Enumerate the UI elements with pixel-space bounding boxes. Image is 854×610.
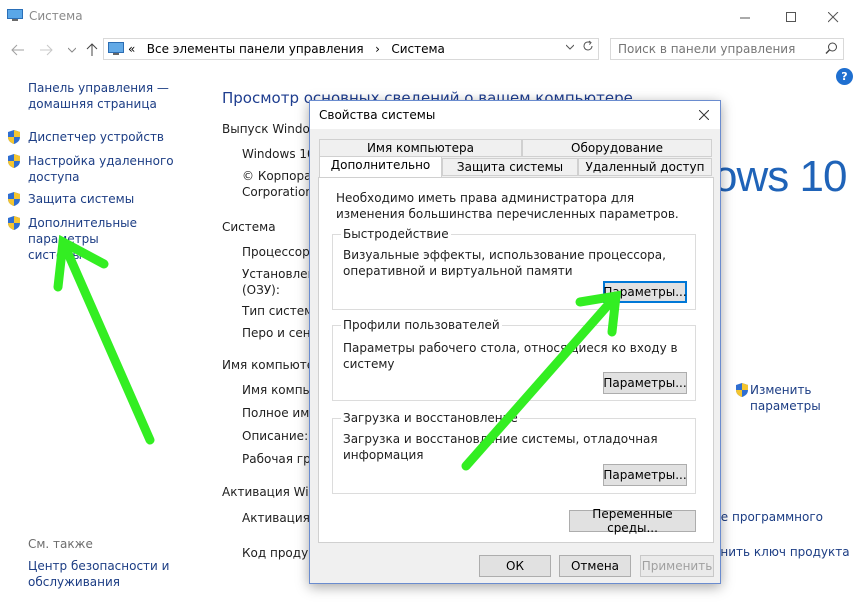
sidebar-home-link[interactable]: Панель управления — домашняя страница xyxy=(28,80,198,112)
sidebar-link-security-center[interactable]: Центр безопасности и обслуживания xyxy=(28,558,188,590)
edition-name: Windows 10 xyxy=(242,147,315,161)
refresh-icon xyxy=(583,40,593,51)
sidebar-item-remote-settings[interactable]: Настройка удаленного доступа xyxy=(28,153,198,185)
close-icon xyxy=(827,11,838,22)
advanced-tab-panel: Необходимо иметь права администратора дл… xyxy=(318,177,714,543)
search-input[interactable] xyxy=(618,42,818,56)
forward-button[interactable] xyxy=(36,40,56,60)
performance-label: Быстродействие xyxy=(341,227,451,241)
shield-icon xyxy=(736,383,748,397)
minimize-icon xyxy=(739,17,750,18)
description-label: Описание: xyxy=(242,429,309,443)
shield-icon xyxy=(8,154,20,168)
sidebar-item-advanced-settings[interactable]: Дополнительные параметры системы xyxy=(28,215,198,263)
startup-recovery-label: Загрузка и восстановление xyxy=(341,411,520,425)
breadcrumb-separator: › xyxy=(375,42,380,56)
maximize-icon xyxy=(785,11,796,22)
window-titlebar: Система xyxy=(0,0,854,34)
minimize-button[interactable] xyxy=(722,4,768,30)
breadcrumb-all-items[interactable]: Все элементы панели управления xyxy=(147,42,364,56)
tab-computer-name[interactable]: Имя компьютера xyxy=(319,139,522,157)
startup-recovery-group: Загрузка и восстановление Загрузка и вос… xyxy=(332,411,696,494)
close-button[interactable] xyxy=(810,4,854,30)
performance-group: Быстродействие Визуальные эффекты, испол… xyxy=(332,227,696,310)
chevron-down-icon xyxy=(68,47,76,53)
section-computer-header: Имя компьютер xyxy=(222,358,322,372)
help-button[interactable]: ? xyxy=(836,68,853,85)
ram-label: Установлен (ОЗУ): xyxy=(242,267,316,297)
search-icon[interactable] xyxy=(825,42,838,55)
arrow-left-icon xyxy=(11,44,24,56)
breadcrumb-system[interactable]: Система xyxy=(391,42,445,56)
computer-name-label: Имя компы xyxy=(242,383,313,397)
apply-button[interactable]: Применить xyxy=(640,555,714,577)
processor-label: Процессор: xyxy=(242,245,314,259)
up-button[interactable] xyxy=(82,40,102,60)
startup-recovery-description: Загрузка и восстановление системы, отлад… xyxy=(343,432,658,462)
performance-settings-button[interactable]: Параметры... xyxy=(603,281,687,303)
see-also-heading: См. также xyxy=(28,537,93,551)
section-edition-header: Выпуск Windo xyxy=(222,122,310,136)
section-system-header: Система xyxy=(222,220,276,234)
system-properties-dialog: Свойства системы Имя компьютера Оборудов… xyxy=(309,100,721,584)
shield-icon xyxy=(8,216,20,230)
refresh-button[interactable] xyxy=(582,40,594,56)
arrow-right-icon xyxy=(40,44,53,56)
recent-locations-button[interactable] xyxy=(62,40,82,60)
dialog-title: Свойства системы xyxy=(319,108,436,122)
startup-recovery-settings-button[interactable]: Параметры... xyxy=(603,464,687,486)
tab-hardware[interactable]: Оборудование xyxy=(522,139,712,157)
computer-icon xyxy=(7,9,23,21)
control-panel-icon xyxy=(108,42,124,55)
user-profiles-description: Параметры рабочего стола, относящиеся ко… xyxy=(343,341,678,371)
chevron-down-icon xyxy=(565,44,575,50)
sidebar-item-device-manager[interactable]: Диспетчер устройств xyxy=(28,129,198,145)
sidebar-item-system-protection[interactable]: Защита системы xyxy=(28,191,198,207)
user-profiles-group: Профили пользователей Параметры рабочего… xyxy=(332,318,696,401)
user-profiles-label: Профили пользователей xyxy=(341,318,502,332)
cancel-button[interactable]: Отмена xyxy=(559,555,631,577)
address-bar[interactable]: « Все элементы панели управления › Систе… xyxy=(103,38,599,60)
window-title: Система xyxy=(29,9,83,23)
green-arrow-to-advanced-settings xyxy=(53,234,155,445)
dialog-titlebar[interactable]: Свойства системы xyxy=(310,101,720,129)
shield-icon xyxy=(8,192,20,206)
activation-terms-link[interactable]: ие программного xyxy=(713,510,823,524)
dialog-close-button[interactable] xyxy=(694,105,714,125)
tab-system-protection[interactable]: Защита системы xyxy=(442,158,578,176)
windows-logo-text: ows 10 xyxy=(713,152,847,201)
tab-remote[interactable]: Удаленный доступ xyxy=(578,158,712,176)
tab-advanced[interactable]: Дополнительно xyxy=(319,156,442,177)
arrow-up-icon xyxy=(86,43,98,56)
breadcrumb-overflow[interactable]: « xyxy=(128,42,135,56)
user-profiles-settings-button[interactable]: Параметры... xyxy=(603,372,687,394)
performance-description: Визуальные эффекты, использование процес… xyxy=(343,248,666,278)
ok-button[interactable]: ОК xyxy=(479,555,551,577)
back-button[interactable] xyxy=(8,40,28,60)
search-box[interactable] xyxy=(610,38,844,60)
maximize-button[interactable] xyxy=(768,4,814,30)
pen-touch-label: Перо и сенс xyxy=(242,326,318,340)
address-dropdown-button[interactable] xyxy=(565,42,575,53)
admin-note: Необходимо иметь права администратора дл… xyxy=(336,191,679,221)
environment-variables-button[interactable]: Переменные среды... xyxy=(569,507,696,535)
workgroup-label: Рабочая гру xyxy=(242,452,318,466)
close-icon xyxy=(699,110,709,120)
shield-icon xyxy=(8,130,20,144)
full-name-label: Полное имя xyxy=(242,406,317,420)
change-product-key-link[interactable]: енить ключ продукта xyxy=(713,545,850,559)
help-icon: ? xyxy=(841,70,848,83)
